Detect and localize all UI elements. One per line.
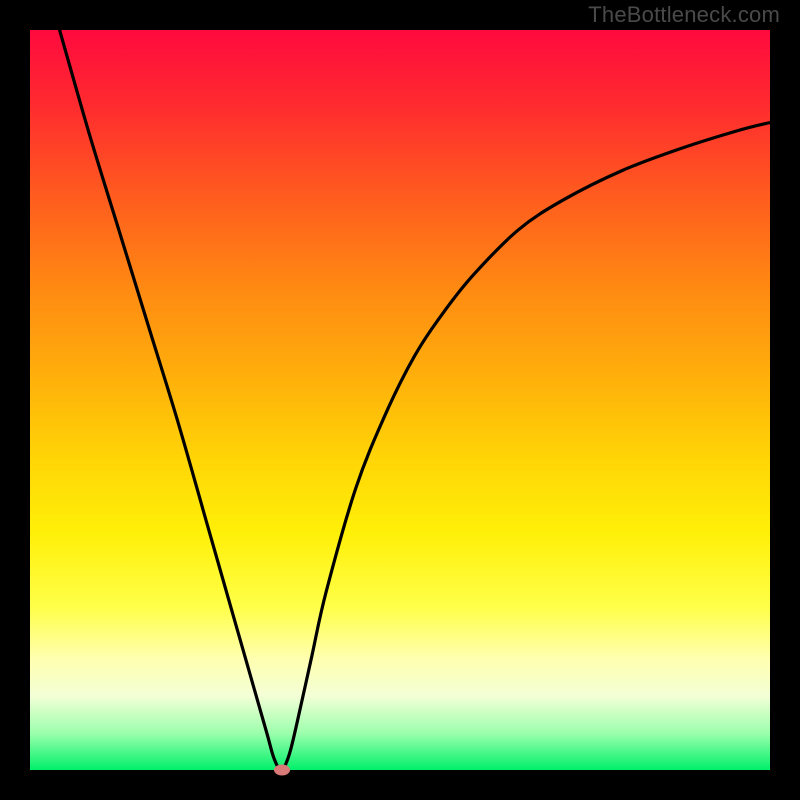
curve-svg (30, 30, 770, 770)
plot-area (30, 30, 770, 770)
watermark-text: TheBottleneck.com (588, 2, 780, 28)
min-point-marker (274, 765, 290, 776)
chart-frame: TheBottleneck.com (0, 0, 800, 800)
bottleneck-curve (60, 30, 770, 770)
